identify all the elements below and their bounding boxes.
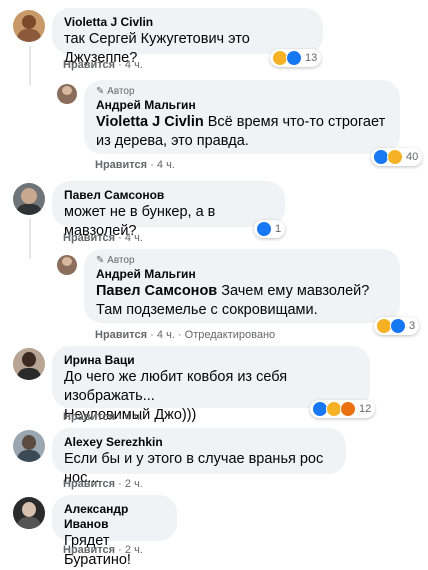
pencil-icon: ✎ xyxy=(96,255,105,266)
separator: · xyxy=(177,329,182,341)
comment-bubble: Violetta J Civlin так Сергей Кужугетович… xyxy=(52,8,323,66)
comment-bubble: Alexey Serezhkin Если бы и у этого в слу… xyxy=(52,428,346,486)
avatar[interactable] xyxy=(57,84,77,104)
avatar-body-icon xyxy=(17,517,41,529)
avatar-face-icon xyxy=(22,502,36,517)
like-button[interactable]: Нравится xyxy=(95,329,147,341)
reactions-summary[interactable]: 1 xyxy=(254,220,286,238)
comment-author[interactable]: Андрей Мальгин xyxy=(96,98,388,113)
separator: · xyxy=(118,411,122,423)
comment-actions: Нравится · 4 ч. xyxy=(63,59,143,71)
like-button[interactable]: Нравится xyxy=(63,544,115,556)
like-button[interactable]: Нравится xyxy=(63,411,115,423)
comment-author[interactable]: Alexey Serezhkin xyxy=(64,435,334,450)
thread-line xyxy=(29,219,31,259)
author-badge-label: Автор xyxy=(107,255,135,266)
comment-actions: Нравится · 2 ч. xyxy=(63,544,143,556)
comment-time[interactable]: 4 ч. xyxy=(157,159,175,171)
comment-author[interactable]: Александр Иванов xyxy=(64,502,165,532)
avatar[interactable] xyxy=(13,497,45,529)
reactions-count: 40 xyxy=(406,151,419,163)
comment-author[interactable]: Андрей Мальгин xyxy=(96,267,388,282)
reactions-count: 13 xyxy=(305,52,318,64)
like-button[interactable]: Нравится xyxy=(63,232,115,244)
avatar-body-icon xyxy=(17,368,41,380)
comment-actions: Нравится · 4 ч. xyxy=(63,232,143,244)
mention-link[interactable]: Павел Самсонов xyxy=(96,283,217,299)
avatar-body-icon xyxy=(16,204,42,215)
avatar-body-icon xyxy=(17,29,41,42)
author-badge-label: Автор xyxy=(107,86,135,97)
avatar[interactable] xyxy=(13,10,45,42)
avatar-face-icon xyxy=(22,435,36,450)
avatar-face-icon xyxy=(21,188,37,204)
separator: · xyxy=(150,329,154,341)
mention-link[interactable]: Violetta J Civlin xyxy=(96,114,204,130)
comment-text: Павел Самсонов Зачем ему мавзолей? Там п… xyxy=(96,282,388,320)
comment-actions: Нравится · 4 ч. xyxy=(95,159,175,171)
reply-bubble: ✎ Автор Андрей Мальгин Violetta J Civlin… xyxy=(84,80,400,154)
reactions-count: 12 xyxy=(359,403,372,415)
comment-actions: Нравится · 2 ч. xyxy=(63,478,143,490)
reactions-summary[interactable]: 12 xyxy=(310,400,376,418)
reactions-summary[interactable]: 3 xyxy=(374,317,420,335)
like-reaction-icon xyxy=(286,50,302,66)
comment-text: Violetta J Civlin Всё время что-то строг… xyxy=(96,113,388,151)
reactions-summary[interactable]: 13 xyxy=(270,49,322,67)
avatar[interactable] xyxy=(13,348,45,380)
avatar[interactable] xyxy=(13,430,45,462)
separator: · xyxy=(118,59,122,71)
haha-reaction-icon xyxy=(387,149,403,165)
avatar-face-icon xyxy=(22,15,36,29)
comment-author[interactable]: Violetta J Civlin xyxy=(64,15,311,30)
comment-bubble: Александр Иванов Грядет Буратино! xyxy=(52,495,177,568)
author-badge: ✎ Автор xyxy=(96,254,388,267)
comment-time[interactable]: 2 ч. xyxy=(125,478,143,490)
avatar[interactable] xyxy=(13,183,45,215)
reactions-count: 3 xyxy=(409,320,416,332)
comment-time[interactable]: 4 ч. xyxy=(125,232,143,244)
comment-actions: Нравится · 4 ч. xyxy=(63,411,143,423)
separator: · xyxy=(118,478,122,490)
author-badge: ✎ Автор xyxy=(96,85,388,98)
comment-bubble: Ирина Ваци До чего же любит ковбоя из се… xyxy=(52,346,370,423)
comment-time[interactable]: 4 ч. xyxy=(125,411,143,423)
reactions-count: 1 xyxy=(275,223,282,235)
avatar-face-icon xyxy=(62,257,72,266)
like-reaction-icon xyxy=(256,221,272,237)
comment-actions: Нравится · 4 ч. · Отредактировано xyxy=(95,329,275,341)
separator: · xyxy=(118,232,122,244)
avatar[interactable] xyxy=(57,255,77,275)
avatar-face-icon xyxy=(62,86,72,95)
comment-author[interactable]: Ирина Ваци xyxy=(64,353,358,368)
thread-line xyxy=(29,46,31,86)
separator: · xyxy=(150,159,154,171)
like-button[interactable]: Нравится xyxy=(95,159,147,171)
comment-time[interactable]: 4 ч. xyxy=(125,59,143,71)
like-button[interactable]: Нравится xyxy=(63,59,115,71)
avatar-body-icon xyxy=(17,450,41,462)
reply-bubble: ✎ Автор Андрей Мальгин Павел Самсонов За… xyxy=(84,249,400,323)
comment-time[interactable]: 4 ч. xyxy=(157,329,175,341)
pencil-icon: ✎ xyxy=(96,86,105,97)
comment-time[interactable]: 2 ч. xyxy=(125,544,143,556)
like-button[interactable]: Нравится xyxy=(63,478,115,490)
avatar-face-icon xyxy=(22,352,36,367)
like-reaction-icon xyxy=(390,318,406,334)
angry-reaction-icon xyxy=(340,401,356,417)
edited-label: Отредактировано xyxy=(184,329,276,341)
reactions-summary[interactable]: 40 xyxy=(371,148,423,166)
separator: · xyxy=(118,544,122,556)
comment-bubble: Павел Самсонов может не в бункер, а в ма… xyxy=(52,181,285,239)
comment-author[interactable]: Павел Самсонов xyxy=(64,188,273,203)
